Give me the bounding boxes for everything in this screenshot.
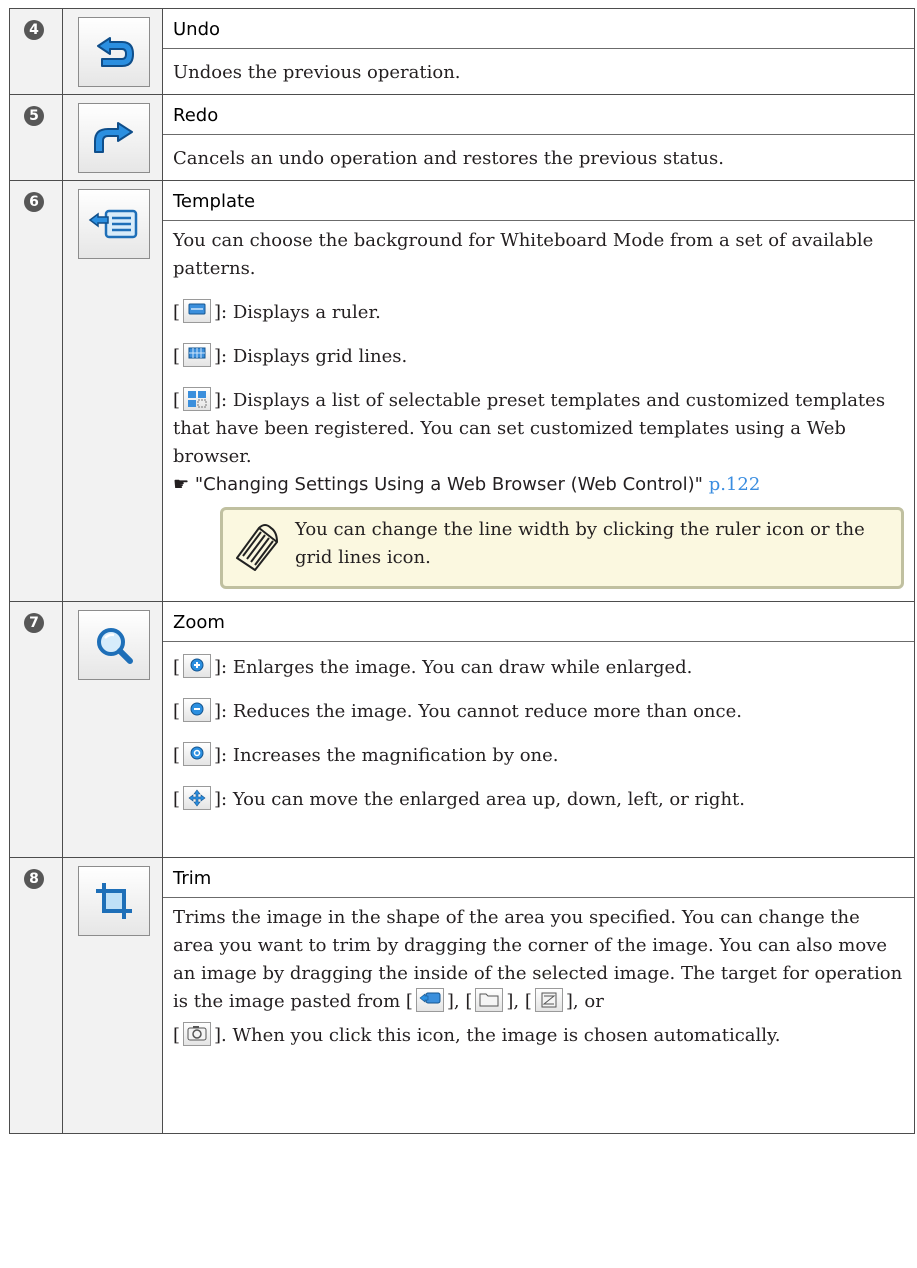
zoom-in-icon (183, 654, 212, 678)
grid-lines-icon (183, 343, 212, 367)
list-item: []: You can move the enlarged area up, d… (163, 782, 914, 814)
section-heading: Redo (163, 95, 914, 135)
template-list-icon (183, 387, 212, 411)
folder-icon (475, 988, 504, 1012)
section-heading: Template (163, 181, 914, 221)
table-row: 8 Trim Trims the image in the shape of t… (9, 857, 915, 1134)
table-row: 6 Template You can choose the background… (9, 180, 915, 602)
table-row: 5 Redo Cancels an undo operation and res… (9, 94, 915, 181)
note-pencil-icon (231, 520, 283, 576)
table-row: 4 Undo Undoes the previous operation. (9, 8, 915, 95)
camera-icon (183, 1022, 212, 1046)
description: Cancels an undo operation and restores t… (173, 148, 724, 169)
list-item: []: Displays a list of selectable preset… (163, 383, 914, 471)
section-heading: Zoom (163, 602, 914, 642)
table-row: 7 Zoom []: Enlarges the image. You can d… (9, 601, 915, 858)
ruler-icon (183, 299, 212, 323)
section-heading: Undo (163, 9, 914, 49)
scanner-icon (534, 988, 563, 1012)
page-link[interactable]: p.122 (709, 474, 761, 495)
description: []. When you click this icon, the image … (163, 1016, 914, 1050)
move-arrows-icon (183, 786, 212, 810)
cross-reference: ☛ "Changing Settings Using a Web Browser… (163, 471, 914, 499)
undo-arrow-icon (78, 17, 150, 87)
row-number: 5 (24, 106, 44, 126)
list-item: []: Displays grid lines. (163, 339, 914, 371)
row-number: 7 (24, 613, 44, 633)
row-number: 8 (24, 869, 44, 889)
template-icon (78, 189, 150, 259)
section-heading: Trim (163, 858, 914, 898)
row-number: 4 (24, 20, 44, 40)
zoom-magnifier-icon (78, 610, 150, 680)
magnification-icon (183, 742, 212, 766)
note-text: You can change the line width by clickin… (295, 519, 865, 568)
description: Trims the image in the shape of the area… (173, 907, 903, 1012)
function-table: 4 Undo Undoes the previous operation. 5 … (9, 8, 915, 1134)
description: Undoes the previous operation. (173, 62, 461, 83)
pointing-hand-icon: ☛ (173, 474, 190, 495)
list-item: []: Increases the magnification by one. (163, 738, 914, 770)
reference-title: "Changing Settings Using a Web Browser (… (194, 474, 703, 495)
paste-image-icon (415, 988, 444, 1012)
description: You can choose the background for Whiteb… (173, 230, 874, 279)
note-box: You can change the line width by clickin… (220, 507, 904, 589)
list-item: []: Enlarges the image. You can draw whi… (163, 642, 914, 682)
redo-arrow-icon (78, 103, 150, 173)
trim-crop-icon (78, 866, 150, 936)
list-item: []: Displays a ruler. (163, 295, 914, 327)
row-number: 6 (24, 192, 44, 212)
zoom-out-icon (183, 698, 212, 722)
list-item: []: Reduces the image. You cannot reduce… (163, 694, 914, 726)
